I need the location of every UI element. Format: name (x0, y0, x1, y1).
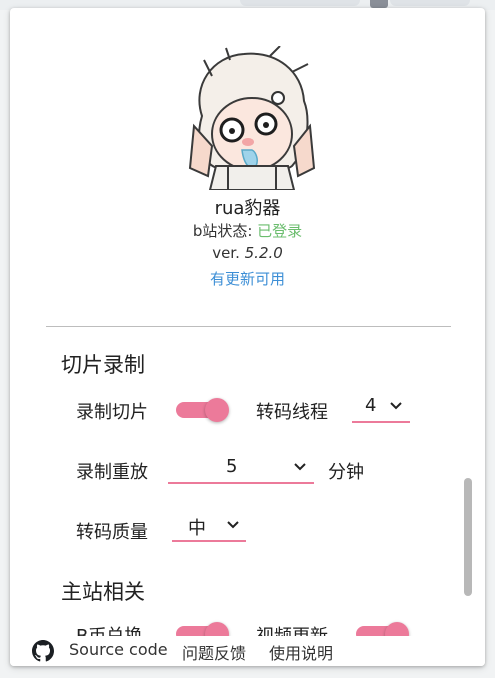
version-info: ver. 5.2.0 (10, 244, 485, 262)
popup-scrollbar-thumb[interactable] (464, 478, 472, 596)
popup-scroll-content[interactable]: rua豹器 b站状态: 已登录 ver. 5.2.0 有更新可用 切片录制 录制… (10, 8, 485, 636)
extension-popup: rua豹器 b站状态: 已登录 ver. 5.2.0 有更新可用 切片录制 录制… (10, 8, 485, 666)
update-available-link[interactable]: 有更新可用 (10, 268, 485, 289)
browser-toolbar-edge-2 (390, 0, 470, 6)
video-update-label: 视频更新 (256, 622, 328, 636)
transcode-threads-label: 转码线程 (256, 402, 328, 423)
record-replay-select[interactable]: 5 (168, 454, 314, 484)
record-clips-toggle[interactable] (176, 398, 229, 422)
popup-footer: Source code 问题反馈 使用说明 (10, 636, 485, 666)
chevron-down-icon (390, 402, 402, 410)
instructions-link[interactable]: 使用说明 (269, 640, 333, 664)
divider (46, 326, 451, 327)
transcode-threads-value: 4 (365, 395, 377, 416)
b-coin-exchange-label: B币兑换 (76, 622, 142, 636)
b-coin-exchange-toggle[interactable] (176, 622, 229, 636)
transcode-quality-select[interactable]: 中 (172, 512, 246, 542)
source-code-link[interactable]: Source code (69, 640, 168, 659)
section-title-clip-recording: 切片录制 (61, 353, 145, 377)
section-title-main-site: 主站相关 (61, 580, 145, 604)
feedback-link[interactable]: 问题反馈 (182, 640, 246, 664)
chevron-down-icon (227, 521, 239, 529)
video-update-toggle[interactable] (356, 622, 409, 636)
status-value: 已登录 (257, 222, 303, 240)
status-label: b站状态: (192, 222, 253, 240)
record-replay-label: 录制重放 (76, 462, 148, 483)
toggle-knob (385, 622, 409, 636)
version-prefix: ver. (212, 244, 240, 262)
minutes-unit-label: 分钟 (328, 462, 364, 483)
version-number: 5.2.0 (244, 244, 283, 262)
github-icon[interactable] (32, 640, 54, 662)
toggle-knob (205, 622, 229, 636)
record-replay-value: 5 (226, 456, 238, 477)
transcode-quality-value: 中 (188, 518, 206, 539)
transcode-quality-label: 转码质量 (76, 522, 148, 543)
toggle-knob (205, 398, 229, 422)
transcode-threads-select[interactable]: 4 (352, 393, 410, 423)
browser-toolbar-edge (240, 0, 360, 6)
chevron-down-icon (294, 463, 306, 471)
login-status: b站状态: 已登录 (10, 220, 485, 241)
record-clips-label: 录制切片 (76, 402, 148, 423)
user-avatar (188, 46, 316, 190)
username: rua豹器 (214, 198, 281, 219)
page-scroll-indicator (370, 0, 388, 8)
